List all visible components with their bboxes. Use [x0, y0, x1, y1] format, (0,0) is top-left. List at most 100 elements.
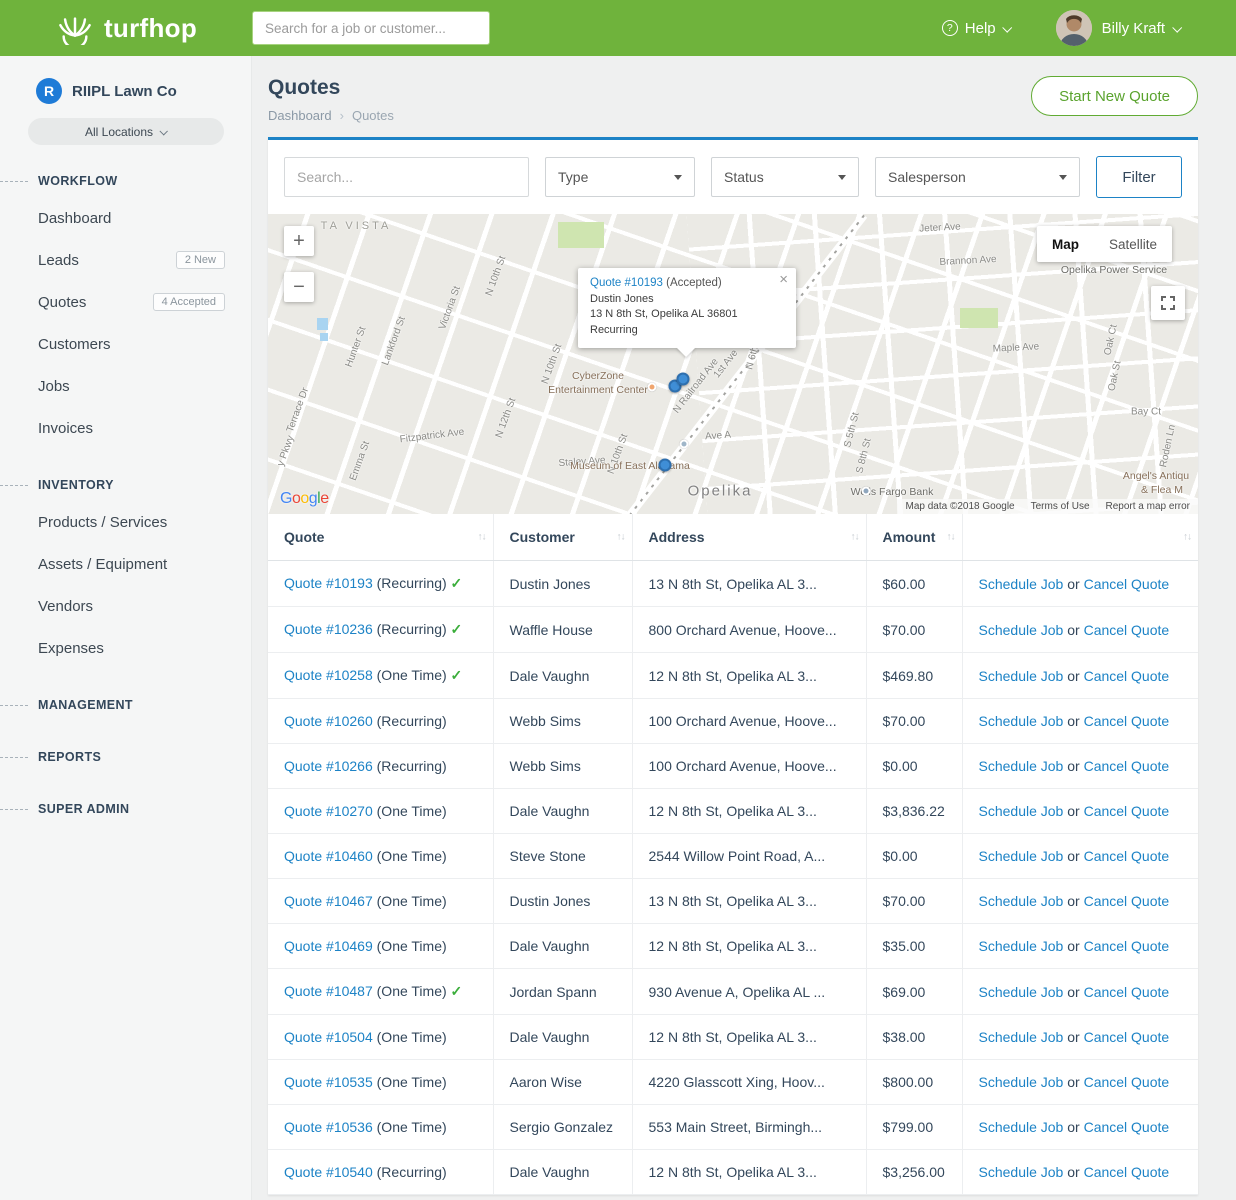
schedule-job-link[interactable]: Schedule Job — [979, 984, 1064, 1000]
column-header-amount[interactable]: Amount↑↓ — [866, 514, 962, 561]
sort-icon[interactable]: ↑↓ — [947, 532, 955, 543]
zoom-out-button[interactable]: − — [284, 272, 314, 302]
quote-link[interactable]: Quote #10535 — [284, 1074, 373, 1090]
cancel-quote-link[interactable]: Cancel Quote — [1084, 1074, 1170, 1090]
schedule-job-link[interactable]: Schedule Job — [979, 668, 1064, 684]
company-header[interactable]: R RIIPL Lawn Co — [0, 56, 251, 116]
sort-icon[interactable]: ↑↓ — [617, 532, 625, 543]
filter-button[interactable]: Filter — [1096, 156, 1182, 198]
column-header-address[interactable]: Address↑↓ — [632, 514, 866, 561]
nav-section-workflow[interactable]: WORKFLOW — [0, 165, 251, 197]
map-marker[interactable] — [677, 373, 690, 386]
quote-link[interactable]: Quote #10536 — [284, 1119, 373, 1135]
amount-cell: $469.80 — [866, 653, 962, 699]
salesperson-select[interactable]: Salesperson — [875, 157, 1080, 197]
zoom-in-button[interactable]: + — [284, 226, 314, 256]
type-select[interactable]: Type — [545, 157, 695, 197]
quote-link[interactable]: Quote #10266 — [284, 758, 373, 774]
start-new-quote-button[interactable]: Start New Quote — [1031, 76, 1198, 116]
status-select[interactable]: Status — [711, 157, 859, 197]
schedule-job-link[interactable]: Schedule Job — [979, 576, 1064, 592]
close-infowindow-button[interactable]: × — [779, 272, 788, 287]
cancel-quote-link[interactable]: Cancel Quote — [1084, 1164, 1170, 1180]
sidebar-item-invoices[interactable]: Invoices — [0, 407, 251, 449]
cancel-quote-link[interactable]: Cancel Quote — [1084, 1029, 1170, 1045]
quotes-search-input[interactable] — [284, 157, 529, 197]
brand[interactable]: turfhop — [0, 11, 252, 45]
sidebar-item-jobs[interactable]: Jobs — [0, 365, 251, 407]
user-menu[interactable]: Billy Kraft — [1102, 20, 1180, 37]
cancel-quote-link[interactable]: Cancel Quote — [1084, 803, 1170, 819]
schedule-job-link[interactable]: Schedule Job — [979, 1164, 1064, 1180]
cancel-quote-link[interactable]: Cancel Quote — [1084, 893, 1170, 909]
nav-section-management[interactable]: MANAGEMENT — [0, 689, 251, 721]
nav-section-inventory[interactable]: INVENTORY — [0, 469, 251, 501]
cancel-quote-link[interactable]: Cancel Quote — [1084, 938, 1170, 954]
sidebar-item-customers[interactable]: Customers — [0, 323, 251, 365]
map-type-toggle: Map Satellite — [1037, 226, 1172, 262]
map[interactable]: TA VISTAJeter AveBrannon AveOpelika Powe… — [268, 214, 1198, 514]
report-map-error-link[interactable]: Report a map error — [1106, 501, 1190, 512]
schedule-job-link[interactable]: Schedule Job — [979, 893, 1064, 909]
sidebar-item-products-services[interactable]: Products / Services — [0, 501, 251, 543]
help-menu[interactable]: ? Help — [942, 20, 1010, 37]
global-search-input[interactable] — [252, 11, 490, 45]
cancel-quote-link[interactable]: Cancel Quote — [1084, 713, 1170, 729]
user-avatar[interactable] — [1056, 10, 1092, 46]
quote-link[interactable]: Quote #10193 — [284, 575, 373, 591]
cancel-quote-link[interactable]: Cancel Quote — [1084, 668, 1170, 684]
cancel-quote-link[interactable]: Cancel Quote — [1084, 848, 1170, 864]
sidebar-item-leads[interactable]: Leads2 New — [0, 239, 251, 281]
quote-link[interactable]: Quote #10487 — [284, 983, 373, 999]
quote-link[interactable]: Quote #10270 — [284, 803, 373, 819]
location-selector[interactable]: All Locations — [28, 118, 224, 145]
quote-link[interactable]: Quote #10504 — [284, 1029, 373, 1045]
cancel-quote-link[interactable]: Cancel Quote — [1084, 758, 1170, 774]
sidebar-item-vendors[interactable]: Vendors — [0, 585, 251, 627]
actions-or: or — [1063, 1164, 1083, 1180]
actions-or: or — [1063, 893, 1083, 909]
quote-link[interactable]: Quote #10236 — [284, 621, 373, 637]
quote-link[interactable]: Quote #10469 — [284, 938, 373, 954]
schedule-job-link[interactable]: Schedule Job — [979, 848, 1064, 864]
cancel-quote-link[interactable]: Cancel Quote — [1084, 576, 1170, 592]
map-marker[interactable] — [659, 459, 672, 472]
map-view-button[interactable]: Map — [1037, 226, 1094, 262]
schedule-job-link[interactable]: Schedule Job — [979, 1029, 1064, 1045]
schedule-job-link[interactable]: Schedule Job — [979, 1119, 1064, 1135]
schedule-job-link[interactable]: Schedule Job — [979, 803, 1064, 819]
fullscreen-button[interactable] — [1151, 286, 1185, 320]
sidebar-item-dashboard[interactable]: Dashboard — [0, 197, 251, 239]
sort-icon[interactable]: ↑↓ — [1183, 532, 1191, 543]
address-cell: 12 N 8th St, Opelika AL 3... — [632, 1150, 866, 1195]
column-header-quote[interactable]: Quote↑↓ — [268, 514, 493, 561]
schedule-job-link[interactable]: Schedule Job — [979, 713, 1064, 729]
sidebar-item-expenses[interactable]: Expenses — [0, 627, 251, 669]
quote-link[interactable]: Quote #10258 — [284, 667, 373, 683]
satellite-view-button[interactable]: Satellite — [1094, 226, 1172, 262]
sort-icon[interactable]: ↑↓ — [851, 532, 859, 543]
quote-link[interactable]: Quote #10260 — [284, 713, 373, 729]
schedule-job-link[interactable]: Schedule Job — [979, 938, 1064, 954]
breadcrumb-dashboard[interactable]: Dashboard — [268, 108, 332, 123]
sidebar-item-assets-equipment[interactable]: Assets / Equipment — [0, 543, 251, 585]
column-header-customer[interactable]: Customer↑↓ — [493, 514, 632, 561]
quote-link[interactable]: Quote #10540 — [284, 1164, 373, 1180]
sidebar-item-quotes[interactable]: Quotes4 Accepted — [0, 281, 251, 323]
nav-section-super-admin[interactable]: SUPER ADMIN — [0, 793, 251, 825]
quote-type: (One Time) — [377, 938, 447, 954]
cancel-quote-link[interactable]: Cancel Quote — [1084, 1119, 1170, 1135]
address-cell: 100 Orchard Avenue, Hoove... — [632, 744, 866, 789]
quote-link[interactable]: Quote #10460 — [284, 848, 373, 864]
terms-of-use-link[interactable]: Terms of Use — [1031, 501, 1090, 512]
sort-icon[interactable]: ↑↓ — [478, 532, 486, 543]
quote-link[interactable]: Quote #10467 — [284, 893, 373, 909]
cancel-quote-link[interactable]: Cancel Quote — [1084, 984, 1170, 1000]
column-header-actions[interactable]: ↑↓ — [962, 514, 1198, 561]
infowindow-quote-link[interactable]: Quote #10193 — [590, 277, 663, 289]
schedule-job-link[interactable]: Schedule Job — [979, 758, 1064, 774]
nav-section-reports[interactable]: REPORTS — [0, 741, 251, 773]
schedule-job-link[interactable]: Schedule Job — [979, 622, 1064, 638]
cancel-quote-link[interactable]: Cancel Quote — [1084, 622, 1170, 638]
schedule-job-link[interactable]: Schedule Job — [979, 1074, 1064, 1090]
